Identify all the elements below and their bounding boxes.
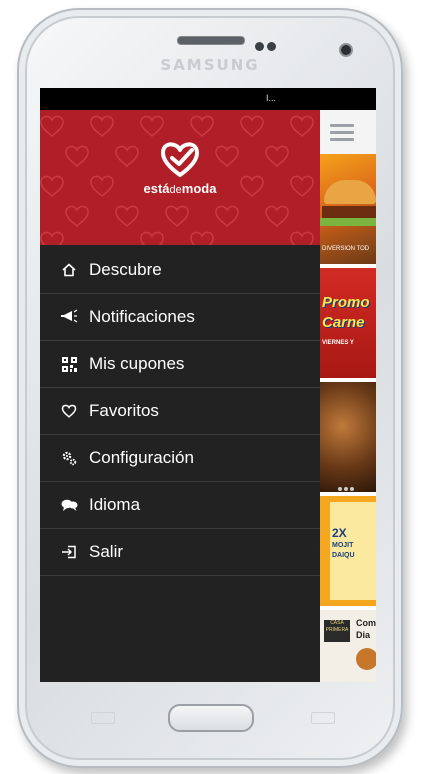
screen: I... DIVERSION TOD Promo Carne VIERNES Y…: [40, 88, 376, 682]
menu-item-mis-cupones[interactable]: Mis cupones: [40, 341, 320, 388]
qr-code-icon: [60, 341, 78, 387]
megaphone-icon: [60, 294, 78, 340]
background-app-content: DIVERSION TOD Promo Carne VIERNES Y 2X M…: [320, 110, 376, 682]
promo-card-line: MOJIT: [332, 542, 354, 549]
promo-card-title: Promo: [322, 294, 370, 311]
front-camera: [339, 43, 353, 57]
drawer-menu: Descubre Notificaciones Mis cupones Favo…: [40, 247, 320, 576]
menu-item-label: Configuración: [89, 448, 194, 467]
status-bar-text: I...: [266, 93, 277, 103]
recent-apps-key[interactable]: [91, 712, 115, 724]
earpiece-speaker: [177, 36, 245, 45]
menu-item-label: Descubre: [89, 260, 162, 279]
promo-card-subtitle: Carne: [322, 314, 365, 331]
logout-icon: [60, 529, 78, 575]
menu-item-label: Idioma: [89, 495, 141, 514]
back-key[interactable]: [311, 712, 335, 724]
promo-card-drinks[interactable]: [320, 382, 376, 492]
home-outline-icon: [60, 247, 78, 293]
navigation-drawer: estádemoda Descubre Notificaciones Mis c…: [40, 110, 320, 682]
promo-card-line: Dia: [356, 630, 371, 640]
menu-item-label: Notificaciones: [89, 307, 195, 326]
food-image: [356, 648, 376, 670]
promo-card-mojito[interactable]: 2X MOJIT DAIQU: [320, 496, 376, 606]
promo-card-line: DAIQU: [332, 552, 355, 559]
menu-item-favoritos[interactable]: Favoritos: [40, 388, 320, 435]
drawer-header: estádemoda: [40, 110, 320, 245]
heart-outline-icon: [60, 388, 78, 434]
menu-item-label: Mis cupones: [89, 354, 185, 373]
heart-check-logo-icon: [161, 142, 199, 177]
menu-item-descubre[interactable]: Descubre: [40, 247, 320, 294]
device-brand: SAMSUNG: [160, 56, 260, 74]
gears-icon: [60, 435, 78, 481]
promo-card-burger[interactable]: DIVERSION TOD: [320, 154, 376, 264]
menu-item-label: Favoritos: [89, 401, 159, 420]
status-bar: I...: [40, 88, 376, 110]
promo-card-restaurant[interactable]: CASA PRIMERA Com Dia: [320, 610, 376, 682]
promo-card-title: 2X: [332, 526, 347, 540]
restaurant-logo: CASA PRIMERA: [324, 620, 350, 642]
home-button[interactable]: [168, 704, 254, 732]
menu-item-label: Salir: [89, 542, 124, 561]
proximity-sensors: [255, 38, 279, 56]
menu-item-idioma[interactable]: Idioma: [40, 482, 320, 529]
promo-card-line: Com: [356, 618, 376, 628]
speech-bubbles-icon: [60, 482, 78, 528]
promo-card-caption: DIVERSION TOD: [322, 246, 370, 252]
menu-item-notificaciones[interactable]: Notificaciones: [40, 294, 320, 341]
hamburger-icon[interactable]: [320, 110, 376, 154]
brand-logo-text: estádemoda: [143, 181, 217, 196]
menu-item-salir[interactable]: Salir: [40, 529, 320, 576]
promo-card-caption: VIERNES Y: [322, 340, 354, 346]
carousel-dots: [338, 478, 356, 492]
menu-item-configuracion[interactable]: Configuración: [40, 435, 320, 482]
promo-card-carne[interactable]: Promo Carne VIERNES Y: [320, 268, 376, 378]
